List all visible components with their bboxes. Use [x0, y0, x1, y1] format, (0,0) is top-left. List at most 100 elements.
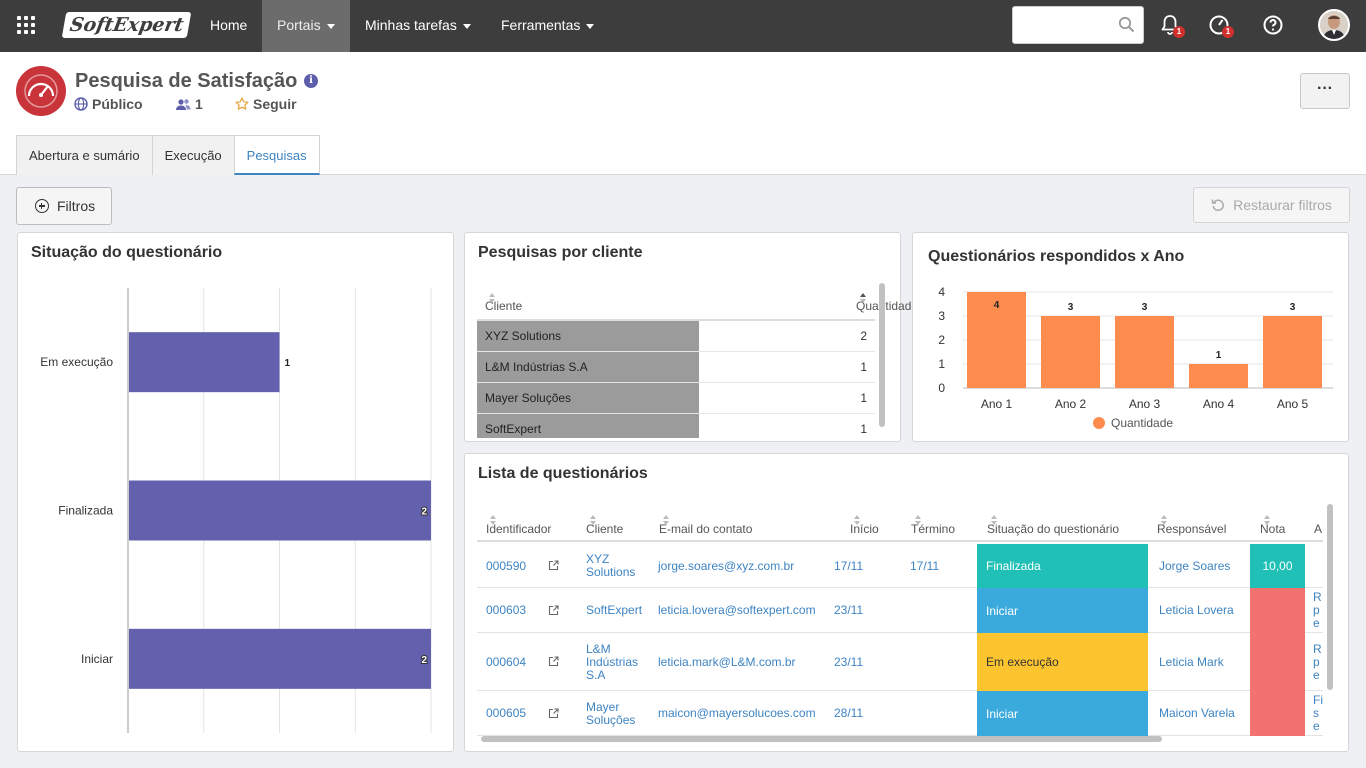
column-header-quantidade[interactable]: Quantidade [856, 290, 918, 313]
client-name: SoftExpert [477, 414, 699, 438]
column-header-label: Situação do questionário [987, 522, 1120, 536]
table-row[interactable]: 000605 Mayer Soluções maicon@mayersolucoes… [477, 691, 1323, 736]
questionnaire-table-header: Identificador Cliente E-mail do contato … [477, 502, 1323, 542]
owner-link[interactable]: Leticia Mark [1159, 633, 1249, 691]
bar-ano-4 [1189, 364, 1248, 388]
list-horizontal-scrollbar[interactable] [481, 736, 1162, 742]
tasks-button[interactable]: 1 [1207, 13, 1234, 38]
questionnaire-table: Identificador Cliente E-mail do contato … [477, 502, 1323, 742]
table-row[interactable]: 000604 L&M Indústrias S.A leticia.mark@L&M… [477, 633, 1323, 691]
column-header-cliente[interactable]: Cliente [586, 512, 623, 536]
client-link[interactable]: Mayer Soluções [586, 691, 648, 736]
sort-icon [991, 514, 998, 525]
column-header-termino[interactable]: Término [911, 512, 955, 536]
user-photo-icon [1320, 11, 1348, 39]
search-icon[interactable] [1118, 16, 1135, 33]
tab-abertura-e-sumario[interactable]: Abertura e sumário [16, 135, 153, 175]
truncated-action-link[interactable]: R pe [1313, 588, 1323, 633]
chevron-down-icon [326, 23, 335, 29]
sort-icon [1264, 514, 1271, 525]
table-row[interactable]: XYZ Solutions 2 [477, 321, 875, 352]
owner-link[interactable]: Maicon Varela [1159, 691, 1249, 736]
owner-link[interactable]: Jorge Soares [1159, 544, 1249, 588]
notification-badge: 1 [1173, 26, 1185, 38]
softexpert-logo[interactable]: SoftExpert [61, 12, 192, 38]
notifications-button[interactable]: 1 [1158, 13, 1185, 38]
client-panel-title: Pesquisas por cliente [478, 244, 643, 261]
external-link-icon[interactable] [548, 604, 559, 616]
nav-minhas-tarefas[interactable]: Minhas tarefas [350, 0, 486, 52]
legend-label: Quantidade [1111, 416, 1173, 430]
info-icon[interactable]: i [304, 74, 318, 88]
column-header-responsavel[interactable]: Responsável [1157, 512, 1226, 536]
column-header-nota[interactable]: Nota [1260, 512, 1285, 536]
help-button[interactable] [1261, 13, 1285, 37]
search-box [1012, 6, 1144, 44]
list-vertical-scrollbar[interactable] [1327, 504, 1333, 690]
nav-home[interactable]: Home [195, 0, 262, 52]
nav-ferramentas[interactable]: Ferramentas [486, 0, 609, 52]
user-avatar[interactable] [1318, 9, 1350, 41]
restore-filters-button[interactable]: Restaurar filtros [1193, 187, 1350, 223]
y-tick-label: 3 [938, 309, 945, 323]
email-link[interactable]: maicon@mayersolucoes.com [658, 691, 833, 736]
search-input[interactable] [1019, 7, 1119, 43]
table-row[interactable]: Mayer Soluções 1 [477, 383, 875, 414]
more-options-button[interactable]: ··· [1300, 73, 1350, 109]
client-link[interactable]: L&M Indústrias S.A [586, 633, 648, 691]
y-tick-label: 0 [938, 381, 945, 395]
client-panel: Pesquisas por cliente Cliente Quantidade… [464, 232, 918, 445]
questionnaire-id-link[interactable]: 000605 [486, 691, 546, 736]
external-link-icon[interactable] [548, 707, 559, 719]
truncated-action-link[interactable] [1313, 544, 1323, 588]
follow-button[interactable]: Seguir [235, 96, 297, 112]
apps-grid-icon[interactable] [17, 16, 35, 34]
client-link[interactable]: XYZ Solutions [586, 544, 648, 588]
table-row[interactable]: 000590 XYZ Solutions jorge.soares@xyz.com.… [477, 544, 1323, 588]
filters-button[interactable]: Filtros [16, 187, 112, 225]
members-info[interactable]: 1 [176, 96, 203, 112]
column-header-label: A [1314, 522, 1323, 536]
category-label: Em execução [40, 355, 113, 369]
table-row[interactable]: SoftExpert 1 [477, 414, 875, 445]
client-table: Cliente Quantidade XYZ Solutions 2 L&M In… [477, 281, 918, 445]
truncated-action-link[interactable]: Fi se [1313, 691, 1323, 736]
x-tick-label: Ano 2 [1055, 397, 1087, 411]
table-row[interactable]: L&M Indústrias S.A 1 [477, 352, 875, 383]
start-date: 17/11 [834, 558, 864, 573]
client-link[interactable]: SoftExpert [586, 588, 648, 633]
y-tick-label: 4 [938, 285, 945, 299]
email-link[interactable]: jorge.soares@xyz.com.br [658, 544, 833, 588]
data-label: 2 [421, 655, 427, 666]
external-link-icon[interactable] [548, 560, 559, 571]
table-row[interactable]: 000603 SoftExpert leticia.lovera@softexper… [477, 588, 1323, 633]
external-link-icon[interactable] [548, 656, 559, 667]
column-header-inicio[interactable]: Início [850, 512, 879, 536]
column-header-cliente[interactable]: Cliente [485, 290, 522, 313]
speedometer-icon [24, 74, 58, 108]
client-name: Mayer Soluções [477, 383, 699, 413]
nav-ferramentas-label: Ferramentas [501, 17, 581, 33]
filters-label: Filtros [57, 198, 96, 214]
status-badge: Iniciar [977, 691, 1148, 736]
client-table-scrollbar[interactable] [879, 283, 885, 427]
list-panel-title: Lista de questionários [478, 465, 648, 482]
column-header-situacao[interactable]: Situação do questionário [987, 512, 1119, 536]
sort-ascending-icon [860, 292, 867, 303]
questionnaire-id-link[interactable]: 000590 [486, 544, 546, 588]
email-link[interactable]: leticia.lovera@softexpert.com [658, 588, 833, 633]
column-header-email[interactable]: E-mail do contato [659, 512, 752, 536]
tab-execucao[interactable]: Execução [151, 135, 235, 175]
start-date: 23/11 [834, 654, 864, 669]
bar-em-execução [129, 332, 280, 393]
truncated-action-link[interactable]: R pe [1313, 633, 1323, 691]
page-title: Pesquisa de Satisfação [75, 70, 298, 92]
tab-pesquisas[interactable]: Pesquisas [233, 135, 320, 175]
questionnaire-id-link[interactable]: 000603 [486, 588, 546, 633]
owner-link[interactable]: Leticia Lovera [1159, 588, 1249, 633]
questionnaire-id-link[interactable]: 000604 [486, 633, 546, 691]
column-header-identificador[interactable]: Identificador [486, 512, 551, 536]
nav-portais[interactable]: Portais [262, 0, 350, 52]
bar-iniciar [129, 628, 431, 689]
email-link[interactable]: leticia.mark@L&M.com.br [658, 633, 833, 691]
